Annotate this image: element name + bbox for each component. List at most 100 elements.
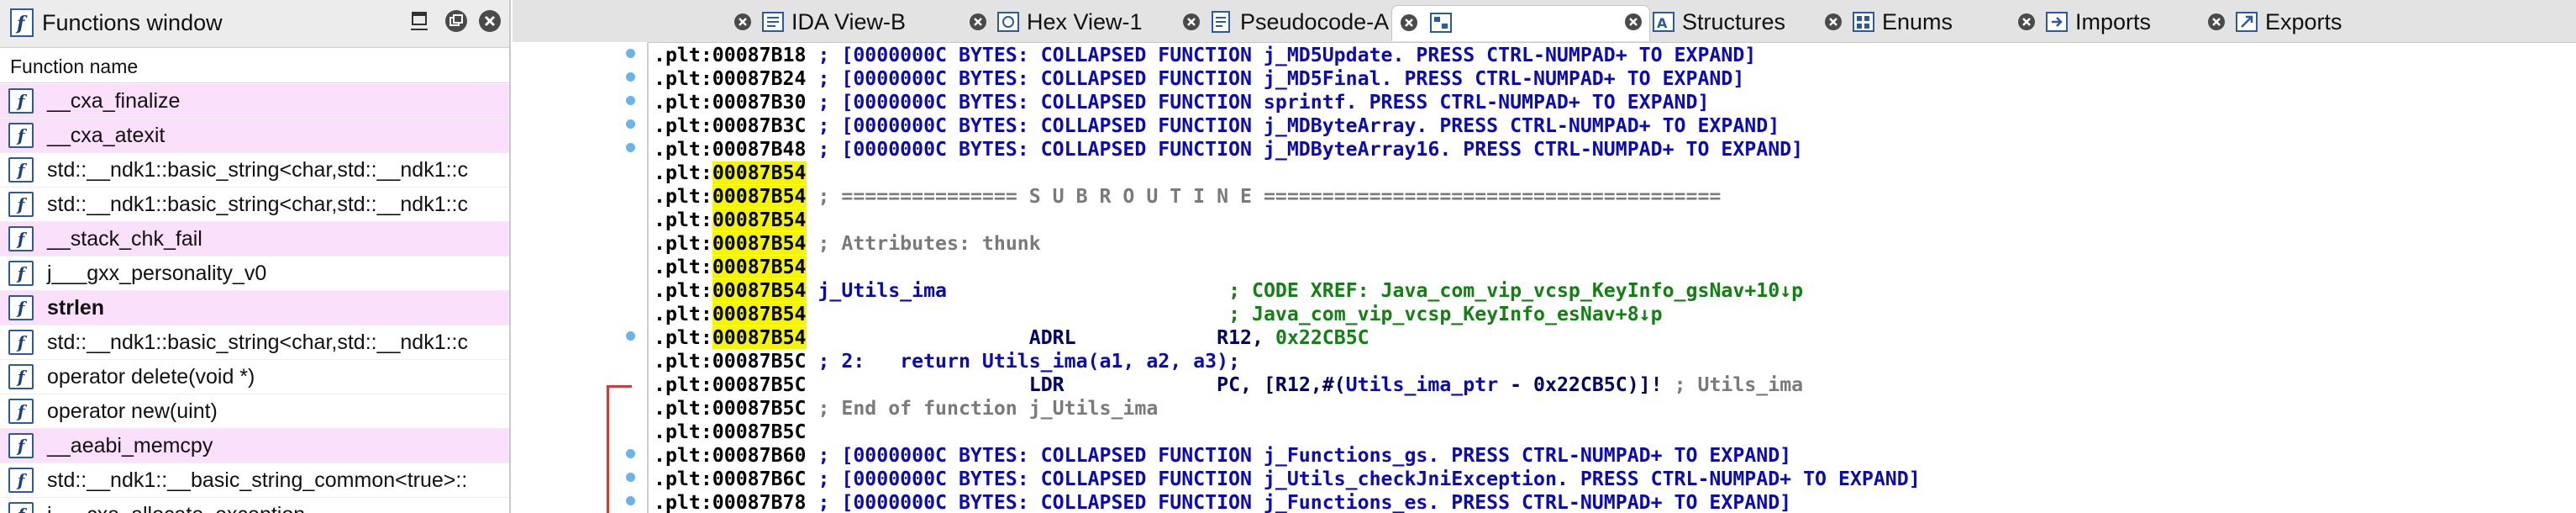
- disasm-line[interactable]: .plt:00087B54 ; Attributes: thunk: [654, 232, 1041, 256]
- line-address: .plt:00087B5C: [654, 420, 807, 443]
- disasm-line[interactable]: .plt:00087B54 ; Java_com_vip_vcsp_KeyInf…: [654, 303, 1663, 326]
- close-icon[interactable]: [1623, 12, 1643, 32]
- tab-ida-view[interactable]: IDA View-B: [733, 5, 985, 40]
- instruction-register: R12,: [1217, 326, 1275, 349]
- disasm-line[interactable]: .plt:00087B30 ; [0000000C BYTES: COLLAPS…: [654, 91, 1709, 114]
- function-list-item[interactable]: f __cxa_finalize: [0, 84, 509, 119]
- instruction-symbol: Utils_ima_ptr: [1345, 373, 1499, 396]
- address-segment: .plt:: [654, 209, 712, 231]
- tab-enums[interactable]: Enums: [1823, 5, 2016, 40]
- line-address: .plt:00087B18: [654, 44, 807, 66]
- line-address: .plt:00087B5C: [654, 373, 807, 396]
- disasm-line[interactable]: .plt:00087B6C ; [0000000C BYTES: COLLAPS…: [654, 468, 1921, 491]
- code-xref: ; Java_com_vip_vcsp_KeyInfo_esNav+8↓p: [1217, 303, 1663, 325]
- function-icon: f: [8, 468, 34, 493]
- function-name: std::__ndk1::basic_string<char,std::__nd…: [47, 331, 469, 354]
- close-icon[interactable]: [968, 12, 988, 32]
- disasm-line[interactable]: .plt:00087B5C LDR PC, [R12,#(Utils_ima_p…: [654, 373, 1803, 397]
- function-list-item[interactable]: f j___gxx_personality_v0: [0, 256, 509, 291]
- function-list-item[interactable]: f std::__ndk1::basic_string<char,std::__n…: [0, 153, 509, 188]
- function-name: std::__ndk1::basic_string<char,std::__nd…: [47, 158, 469, 182]
- line-address: .plt:00087B6C: [654, 468, 807, 490]
- close-icon[interactable]: [2206, 12, 2226, 32]
- address-highlight: 00087B54: [712, 279, 807, 302]
- code-gutter[interactable]: [513, 42, 647, 513]
- line-address: .plt:00087B54: [654, 232, 807, 255]
- close-icon[interactable]: [1399, 13, 1419, 33]
- disasm-line[interactable]: .plt:00087B18 ; [0000000C BYTES: COLLAPS…: [654, 44, 1756, 67]
- close-icon[interactable]: [2016, 12, 2037, 32]
- tab-label: Structures: [1682, 9, 1786, 34]
- comment-text: ; Attributes: thunk: [806, 232, 1041, 255]
- address-highlight: 00087B54: [712, 209, 807, 231]
- disasm-line[interactable]: .plt:00087B54 j_Utils_ima ; CODE XREF: J…: [654, 279, 1803, 303]
- function-list-item[interactable]: f std::__ndk1::__basic_string_common<true…: [0, 463, 509, 498]
- disasm-line[interactable]: .plt:00087B54 ADRL R12, 0x22CB5C: [654, 326, 1369, 350]
- collapsed-function-comment: ; [0000000C BYTES: COLLAPSED FUNCTION j_…: [806, 67, 1745, 90]
- flow-dot: [626, 119, 635, 129]
- instruction-mnemonic: LDR: [1028, 373, 1065, 396]
- pseudocode-icon: [1210, 10, 1233, 34]
- function-list-item[interactable]: f operator delete(void *): [0, 360, 509, 394]
- tab-label: Pseudocode-A: [1240, 9, 1390, 34]
- close-icon[interactable]: [1823, 12, 1843, 32]
- tab-label: Imports: [2075, 9, 2152, 34]
- disasm-line[interactable]: .plt:00087B54 ; =============== S U B R …: [654, 185, 1721, 209]
- tab-label: IDA View-B: [791, 9, 907, 34]
- flow-dot: [626, 473, 635, 482]
- function-list-item[interactable]: f __aeabi_memcpy: [0, 429, 509, 463]
- line-address: .plt:00087B54: [654, 185, 807, 208]
- functions-window-titlebar[interactable]: f Functions window: [0, 0, 509, 48]
- function-list-item[interactable]: f operator new(uint): [0, 394, 509, 429]
- function-name: j___gxx_personality_v0: [47, 262, 267, 285]
- tab-graph-view[interactable]: [1391, 5, 1650, 41]
- functions-window-icon: f: [10, 8, 34, 37]
- disasm-line[interactable]: .plt:00087B24 ; [0000000C BYTES: COLLAPS…: [654, 67, 1744, 91]
- function-list-item[interactable]: f strlen: [0, 291, 509, 325]
- tab-exports[interactable]: Exports: [2206, 5, 2425, 40]
- address-segment: .plt:: [654, 326, 712, 349]
- function-name-column-header[interactable]: Function name: [0, 49, 509, 83]
- function-name: operator new(uint): [47, 399, 218, 423]
- collapsed-function-comment: ; [0000000C BYTES: COLLAPSED FUNCTION sp…: [806, 91, 1710, 114]
- disasm-line[interactable]: .plt:00087B54: [654, 209, 807, 232]
- disasm-line[interactable]: .plt:00087B60 ; [0000000C BYTES: COLLAPS…: [654, 444, 1791, 468]
- instruction-operand: - 0x22CB5C)]!: [1498, 373, 1674, 396]
- function-icon: f: [8, 261, 34, 286]
- line-address: .plt:00087B54: [654, 279, 807, 302]
- disasm-line[interactable]: .plt:00087B78 ; [0000000C BYTES: COLLAPS…: [654, 491, 1791, 513]
- tab-hex-view[interactable]: Hex View-1: [968, 5, 1212, 40]
- disasm-line[interactable]: .plt:00087B54: [654, 256, 807, 279]
- close-icon[interactable]: [477, 8, 502, 34]
- function-list-item[interactable]: f j___cxa_allocate_exception: [0, 498, 509, 513]
- function-icon: f: [8, 399, 34, 424]
- close-icon[interactable]: [733, 12, 753, 32]
- collapsed-function-comment: ; [0000000C BYTES: COLLAPSED FUNCTION j_…: [806, 491, 1792, 513]
- disasm-line[interactable]: .plt:00087B5C: [654, 420, 806, 444]
- line-address: .plt:00087B5C: [654, 350, 807, 373]
- collapsed-function-comment: ; [0000000C BYTES: COLLAPSED FUNCTION j_…: [806, 468, 1921, 490]
- line-address: .plt:00087B54: [654, 161, 807, 184]
- tab-imports[interactable]: Imports: [2016, 5, 2235, 40]
- close-icon[interactable]: [1181, 12, 1201, 32]
- function-list-item[interactable]: f std::__ndk1::basic_string<char,std::__n…: [0, 325, 509, 360]
- restore-icon[interactable]: [407, 8, 432, 34]
- float-window-icon[interactable]: [444, 8, 469, 34]
- line-address: .plt:00087B54: [654, 326, 807, 349]
- line-address: .plt:00087B3C: [654, 114, 807, 137]
- function-name-column-label: Function name: [10, 56, 139, 77]
- function-list-item[interactable]: f __stack_chk_fail: [0, 222, 509, 256]
- line-address: .plt:00087B30: [654, 91, 807, 114]
- disassembly-view[interactable]: .plt:00087B18 ; [0000000C BYTES: COLLAPS…: [649, 42, 2576, 513]
- function-list-item[interactable]: f std::__ndk1::basic_string<char,std::__n…: [0, 188, 509, 222]
- disasm-line[interactable]: .plt:00087B5C ; End of function j_Utils_…: [654, 397, 1158, 420]
- disasm-line[interactable]: .plt:00087B5C ; 2: return Utils_ima(a1, …: [654, 350, 1240, 373]
- disasm-line[interactable]: .plt:00087B3C ; [0000000C BYTES: COLLAPS…: [654, 114, 1780, 138]
- disasm-line[interactable]: .plt:00087B54: [654, 161, 807, 185]
- function-icon: f: [8, 433, 34, 458]
- instruction-operand: 0x22CB5C: [1275, 326, 1369, 349]
- function-list-item[interactable]: f __cxa_atexit: [0, 119, 509, 153]
- tab-label: Enums: [1882, 9, 1953, 34]
- disasm-line[interactable]: .plt:00087B48 ; [0000000C BYTES: COLLAPS…: [654, 138, 1803, 161]
